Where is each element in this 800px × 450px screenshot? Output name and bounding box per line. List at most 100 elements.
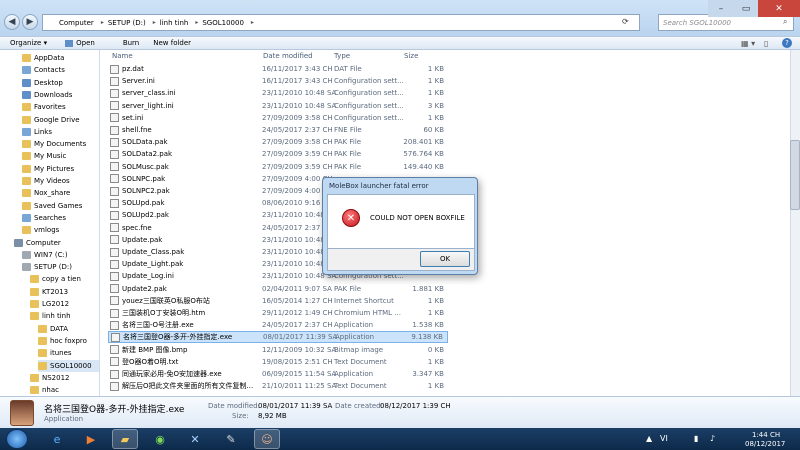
file-icon — [110, 259, 119, 269]
close-button[interactable]: ✕ — [758, 0, 800, 17]
nav-item[interactable]: DATA — [38, 323, 68, 335]
minimize-button[interactable]: – — [708, 0, 734, 17]
file-row[interactable]: youez三国联英O私服O布站 16/05/2014 1:27 CH Interne… — [108, 295, 448, 307]
preview-pane-icon[interactable]: ▯ — [764, 39, 768, 48]
nav-item[interactable]: Contacts — [22, 64, 65, 76]
nav-item[interactable]: My Videos — [22, 175, 70, 187]
nav-item[interactable]: copy a tien — [30, 273, 81, 285]
file-icon — [110, 137, 119, 147]
ok-button[interactable]: OK — [420, 251, 470, 267]
file-row[interactable]: server_class.ini 23/11/2010 10:48 SA Confi… — [108, 87, 448, 99]
breadcrumb-sgol10000[interactable]: SGOL10000 — [202, 19, 244, 27]
organize-button[interactable]: Organize ▾ — [10, 39, 47, 47]
file-row[interactable]: 三国装机O丁安装O明.htm 29/11/2012 1:49 CH Chromium… — [108, 307, 448, 319]
file-row[interactable]: 同通玩家必用-免O安加速器.exe 06/09/2015 11:54 SA Appl… — [108, 368, 448, 380]
file-name: SOLData2.pak — [122, 150, 173, 159]
file-row[interactable]: Server.ini 16/11/2017 3:43 CH Configuratio… — [108, 75, 448, 87]
clock-date[interactable]: 08/12/2017 — [745, 440, 785, 448]
file-row[interactable]: SOLData.pak 27/09/2009 3:58 CH PAK File 208… — [108, 136, 448, 148]
help-icon[interactable]: ? — [782, 38, 792, 48]
nav-item[interactable]: linh tinh — [30, 310, 71, 322]
ie-taskbar-icon[interactable]: e — [44, 429, 70, 449]
file-row[interactable]: server_light.ini 23/11/2010 10:48 SA Confi… — [108, 100, 448, 112]
volume-icon[interactable]: ♪ — [710, 434, 715, 443]
nav-item[interactable]: WIN7 (C:) — [22, 249, 68, 261]
file-row[interactable]: 名将三国登O器-多开-外挂指定.exe 08/01/2017 11:39 SA Ap… — [108, 331, 448, 344]
nav-item[interactable]: nhac — [30, 384, 59, 396]
nav-item[interactable]: NS2012 — [30, 372, 70, 384]
file-row[interactable]: 名将三国-O号注册.exe 24/05/2017 2:37 CH Applicati… — [108, 319, 448, 331]
file-row[interactable]: 解压后O把此文件夹里面的所有文件复制... 21/10/2011 11:25 SA… — [108, 380, 448, 392]
file-row[interactable]: pz.dat 16/11/2017 3:43 CH DAT File 1 KB — [108, 63, 448, 75]
nav-item[interactable]: Desktop — [22, 77, 63, 89]
nav-item-label: My Pictures — [34, 164, 75, 173]
file-row[interactable]: Update2.pak 02/04/2011 9:07 SA PAK File 1.8… — [108, 283, 448, 295]
vertical-scrollbar[interactable] — [790, 50, 800, 396]
refresh-icon[interactable]: ⟳ — [622, 17, 629, 26]
burn-button[interactable]: Burn — [123, 39, 139, 47]
nav-item[interactable]: itunes — [38, 347, 72, 359]
folder-icon — [22, 189, 31, 198]
game-launcher-taskbar-icon[interactable]: ☺ — [254, 429, 280, 449]
nav-item[interactable]: Saved Games — [22, 200, 82, 212]
tray-lang[interactable]: VI — [660, 434, 668, 443]
forward-button[interactable]: ▶ — [22, 14, 38, 30]
file-icon — [110, 284, 119, 294]
nav-item[interactable]: Favorites — [22, 101, 66, 113]
view-options-icon[interactable]: ▦ ▾ — [741, 39, 755, 48]
file-name: Update.pak — [122, 235, 163, 244]
nav-item[interactable]: vmlogs — [22, 224, 59, 236]
breadcrumb-chevron-icon[interactable]: ▸ — [195, 19, 198, 26]
breadcrumb-chevron-icon[interactable]: ▸ — [101, 19, 104, 26]
nav-item[interactable]: Downloads — [22, 89, 72, 101]
nav-item[interactable]: My Documents — [22, 138, 86, 150]
breadcrumb-chevron-icon[interactable]: ▸ — [251, 19, 254, 26]
scrollbar-thumb[interactable] — [790, 140, 800, 210]
open-button[interactable]: Open — [76, 39, 95, 47]
nav-item[interactable]: Computer — [14, 237, 61, 249]
file-size: 60 KB — [423, 126, 444, 134]
file-row[interactable]: SOLMusc.pak 27/09/2009 3:59 CH PAK File 149… — [108, 161, 448, 173]
file-name: Update_Log.ini — [122, 272, 174, 281]
breadcrumb-linh-tinh[interactable]: linh tinh — [160, 19, 189, 27]
nav-item[interactable]: Links — [22, 126, 52, 138]
media-player-taskbar-icon[interactable]: ▶ — [78, 429, 104, 449]
breadcrumb-setup[interactable]: SETUP (D:) — [108, 19, 146, 27]
file-row[interactable]: shell.fne 24/05/2017 2:37 CH FNE File 60 KB — [108, 124, 448, 136]
nav-item[interactable]: My Pictures — [22, 163, 74, 175]
new-folder-button[interactable]: New folder — [153, 39, 191, 47]
nav-item[interactable]: SGOL10000 — [38, 359, 99, 372]
nav-item[interactable]: SETUP (D:) — [22, 261, 72, 273]
nav-item[interactable]: My Music — [22, 150, 66, 162]
column-size[interactable]: Size — [404, 52, 418, 60]
column-date-modified[interactable]: Date modified — [263, 52, 313, 60]
maximize-button[interactable]: ▭ — [734, 0, 758, 17]
paint-taskbar-icon[interactable]: ✎ — [218, 429, 244, 449]
network-icon[interactable]: ▮ — [694, 434, 698, 443]
nav-item[interactable]: KT2013 — [30, 286, 68, 298]
breadcrumb-computer[interactable]: Computer — [59, 19, 94, 27]
file-row[interactable]: 新建 BMP 图像.bmp 12/11/2009 10:32 SA Bitmap i… — [108, 344, 448, 356]
clock-time[interactable]: 1:44 CH — [752, 431, 780, 439]
nav-item[interactable]: Searches — [22, 212, 66, 224]
utorrent-taskbar-icon[interactable]: ◉ — [147, 429, 173, 449]
address-bar[interactable]: Computer ▸ SETUP (D:) ▸ linh tinh ▸ SGOL100… — [42, 14, 640, 31]
column-name[interactable]: Name — [112, 52, 133, 60]
breadcrumb-chevron-icon[interactable]: ▸ — [153, 19, 156, 26]
details-created-label: Date created: — [335, 402, 383, 410]
nav-item[interactable]: hoc foxpro — [38, 335, 87, 347]
nav-item[interactable]: Google Drive — [22, 114, 80, 126]
nav-item[interactable]: Nox_share — [22, 187, 70, 199]
start-button[interactable] — [6, 429, 28, 449]
column-type[interactable]: Type — [334, 52, 350, 60]
nav-item[interactable]: AppData — [22, 52, 64, 64]
explorer-taskbar-icon[interactable]: ▰ — [112, 429, 138, 449]
nox-taskbar-icon[interactable]: ✕ — [182, 429, 208, 449]
nav-item[interactable]: LG2012 — [30, 298, 69, 310]
tray-overflow-icon[interactable]: ▲ — [646, 434, 652, 443]
file-row[interactable]: SOLData2.pak 27/09/2009 3:59 CH PAK File 57… — [108, 148, 448, 160]
file-size: 1 KB — [427, 113, 444, 122]
file-row[interactable]: 登O器O着O明.txt 19/08/2015 2:51 CH Text Docume… — [108, 356, 448, 368]
file-row[interactable]: set.ini 27/09/2009 3:58 CH Configuration s… — [108, 112, 448, 124]
back-button[interactable]: ◀ — [4, 14, 20, 30]
